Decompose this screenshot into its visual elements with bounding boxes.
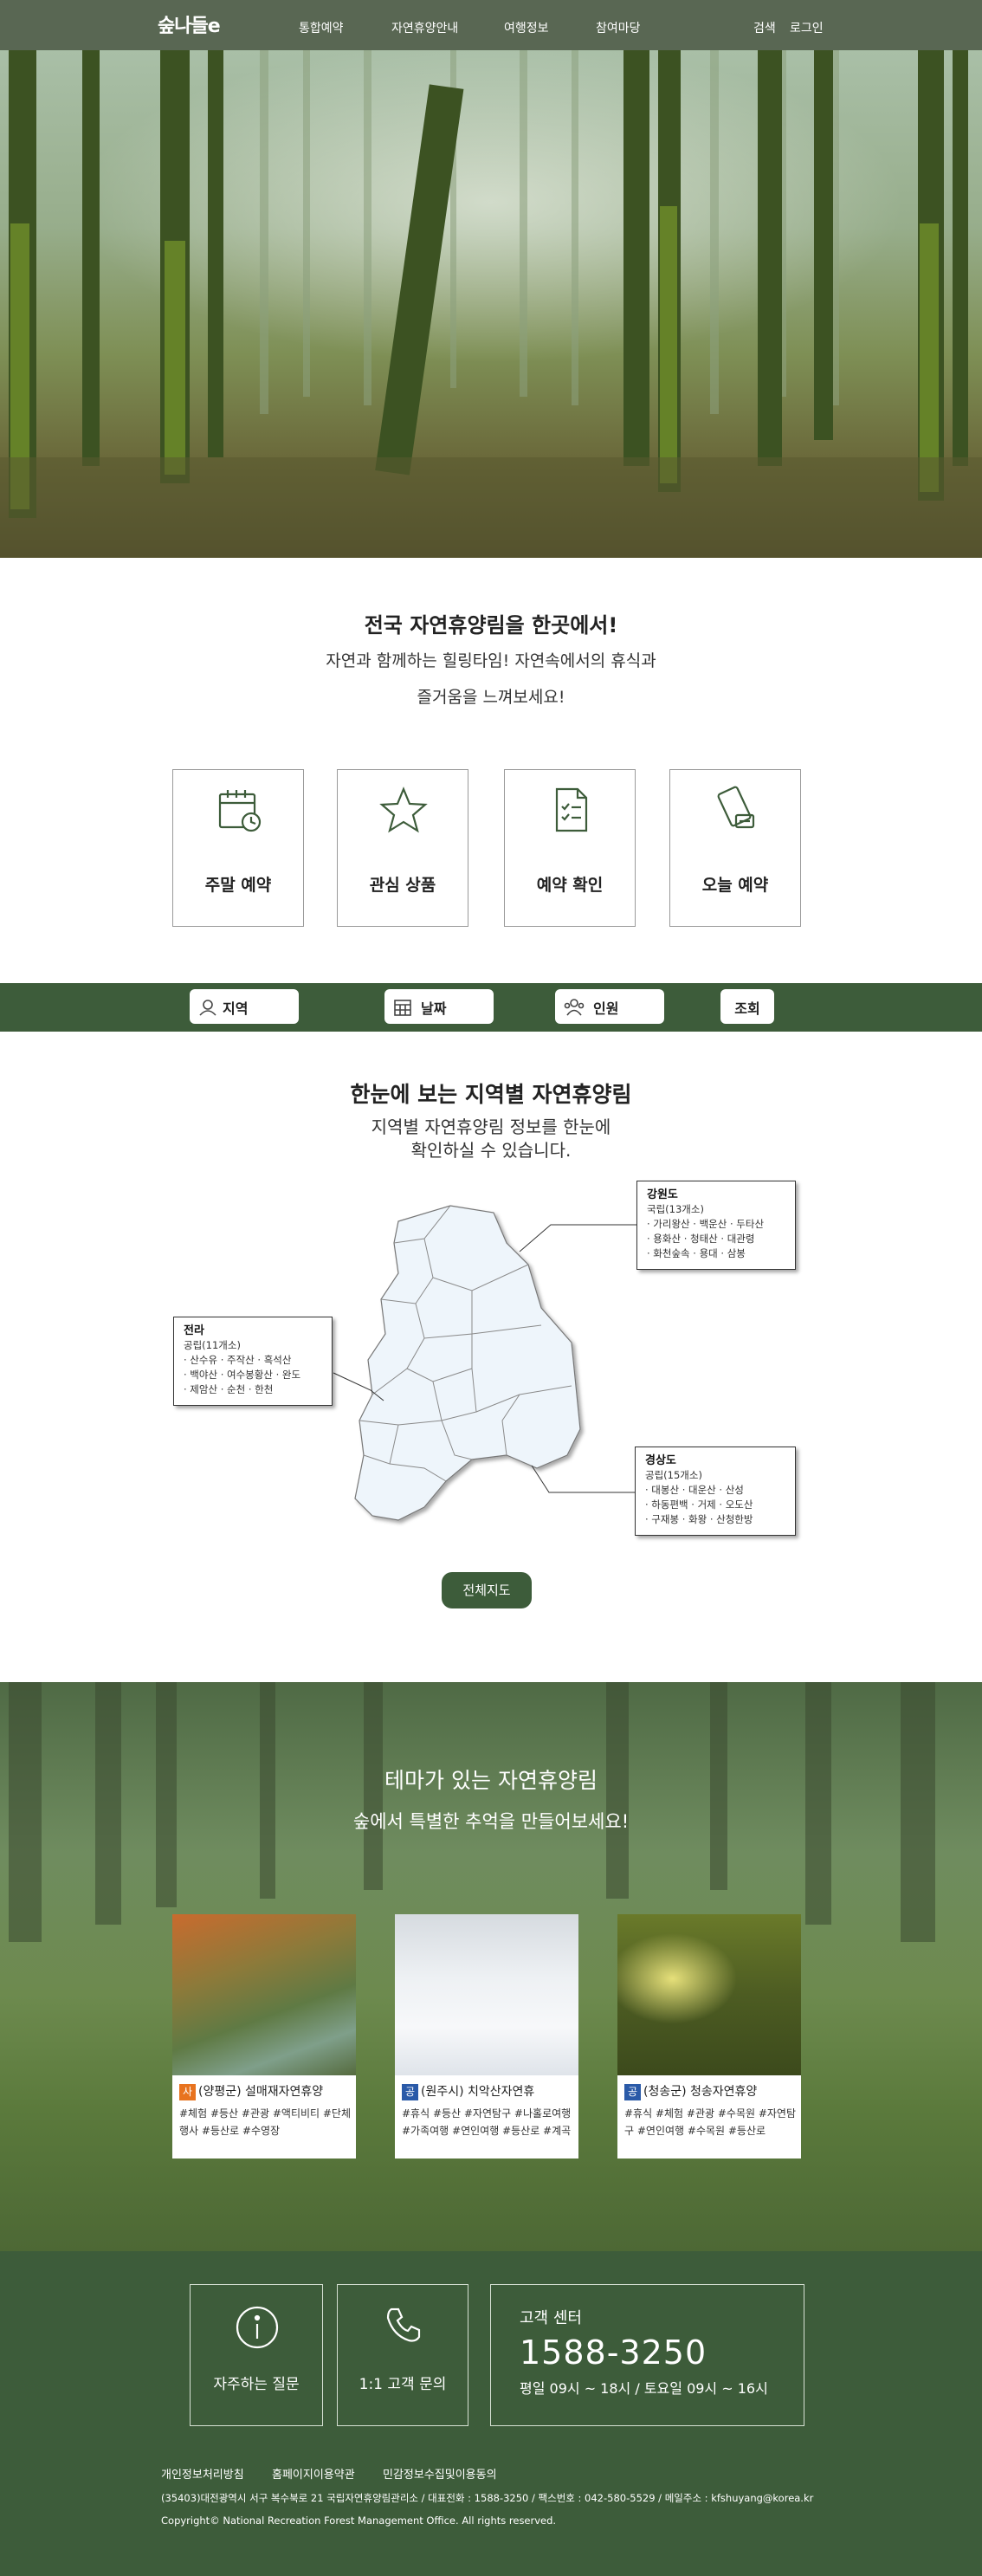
inquiry-label: 1:1 고객 문의	[359, 2376, 447, 2393]
search-link[interactable]: 검색	[753, 19, 776, 36]
intro-subtitle-line1: 자연과 함께하는 힐링타임! 자연속에서의 휴식과	[326, 651, 656, 670]
quick-weekend-reservation[interactable]: 주말 예약	[172, 769, 304, 927]
footer-copyright: Copyright© National Recreation Forest Ma…	[161, 2515, 557, 2527]
region-forest-list: · 제암산 · 순천 · 한천	[184, 1383, 274, 1395]
faq-label: 자주하는 질문	[213, 2376, 300, 2393]
calendar-icon	[218, 790, 262, 832]
faq-button[interactable]: 자주하는 질문	[190, 2284, 323, 2426]
ownership-badge: 공	[402, 2083, 418, 2100]
customer-center-hours: 평일 09시 ~ 18시 / 토요일 09시 ~ 16시	[520, 2380, 768, 2397]
map-section-title: 한눈에 보는 지역별 자연휴양림	[350, 1082, 632, 1107]
ownership-badge: 사	[179, 2083, 196, 2100]
logo-text: 숲나들e	[158, 16, 221, 37]
quick-today-reservation[interactable]: 오늘 예약	[669, 769, 801, 927]
login-link[interactable]: 로그인	[790, 19, 824, 36]
site-header: 숲나들e 통합예약 자연휴양안내 여행정보 참여마당 검색 로그인	[0, 0, 982, 50]
group-icon	[564, 999, 585, 1016]
region-name: 강원도	[647, 1188, 678, 1201]
region-forest-list: · 대봉산 · 대운산 · 산성	[645, 1484, 744, 1496]
date-select-label: 날짜	[421, 1000, 447, 1017]
theme-card-image	[617, 1914, 801, 2075]
region-name: 경상도	[645, 1454, 676, 1467]
phone-tag-icon	[717, 786, 755, 829]
quick-menu-label: 주말 예약	[204, 876, 272, 895]
person-pin-icon	[199, 1000, 216, 1016]
map-section-subtitle-line2: 확인하실 수 있습니다.	[410, 1140, 572, 1161]
region-info-gangwon[interactable]: 강원도 국립(13개소) · 가리왕산 · 백운산 · 두타산 · 용화산 · …	[636, 1181, 796, 1270]
map-section-subtitle-line1: 지역별 자연휴양림 정보를 한눈에	[371, 1116, 611, 1137]
region-count: 공립(11개소)	[184, 1339, 241, 1351]
star-icon	[379, 786, 428, 833]
theme-card-cheongsong[interactable]: 공 (청송군) 청송자연휴양 #휴식 #체험 #관광 #수목원 #자연탐구 #연인…	[617, 1914, 801, 2159]
region-forest-list: · 가리왕산 · 백운산 · 두타산	[647, 1218, 765, 1230]
site-logo[interactable]: 숲나들e	[158, 10, 221, 40]
theme-card-image	[395, 1914, 578, 2075]
customer-center-phone[interactable]: 1588-3250	[520, 2333, 707, 2372]
intro-title: 전국 자연휴양림을 한곳에서!	[364, 613, 618, 638]
quick-favorite-products[interactable]: 관심 상품	[337, 769, 468, 927]
theme-card-name: (원주시) 치악산자연휴	[421, 2085, 535, 2099]
theme-card-seolmaejae[interactable]: 사 (양평군) 설매재자연휴양 #체험 #등산 #관광 #액티비티 #단체행사 #…	[172, 1914, 356, 2159]
quick-menu-label: 관심 상품	[369, 876, 436, 895]
hero-forest-image	[0, 50, 982, 558]
region-select-label: 지역	[223, 1000, 249, 1017]
quick-menu-label: 오늘 예약	[701, 876, 769, 895]
full-map-button[interactable]: 전체지도	[442, 1572, 532, 1608]
region-forest-list: · 구재봉 · 화왕 · 산청한방	[645, 1513, 753, 1525]
theme-card-name: (양평군) 설매재자연휴양	[198, 2085, 324, 2099]
nav-community[interactable]: 참여마당	[596, 19, 641, 36]
theme-card-chiaksan[interactable]: 공 (원주시) 치악산자연휴 #휴식 #등산 #자연탐구 #나홀로여행 #가족여행…	[395, 1914, 578, 2159]
quick-menu-label: 예약 확인	[536, 876, 604, 895]
region-forest-list: · 산수유 · 주작산 · 흑석산	[184, 1354, 292, 1366]
phone-icon	[386, 2307, 421, 2342]
nav-forest-guide[interactable]: 자연휴양안내	[391, 19, 458, 36]
theme-card-tags: #휴식 #등산 #자연탐구 #나홀로여행 #가족여행 #연인여행 #등산로 #계…	[402, 2107, 572, 2137]
region-forest-list: · 용화산 · 청태산 · 대관령	[647, 1233, 755, 1245]
theme-card-tags: #휴식 #체험 #관광 #수목원 #자연탐구 #연인여행 #수목원 #등산로	[624, 2107, 797, 2137]
sensitive-info-consent-link[interactable]: 민감정보수집및이용동의	[383, 2465, 497, 2482]
region-forest-list: · 화천숲속 · 용대 · 삼봉	[647, 1247, 746, 1259]
map-leader-lines	[333, 1224, 637, 1493]
quick-reservation-check[interactable]: 예약 확인	[504, 769, 636, 927]
region-count: 공립(15개소)	[645, 1469, 702, 1481]
region-info-gyeongsang[interactable]: 경상도 공립(15개소) · 대봉산 · 대운산 · 산성 · 하동편백 · 거…	[635, 1447, 796, 1536]
people-select[interactable]: 인원	[555, 989, 664, 1024]
region-info-jeolla[interactable]: 전라 공립(11개소) · 산수유 · 주작산 · 흑석산 · 백야산 · 여수…	[173, 1317, 333, 1406]
region-forest-list: · 백야산 · 여수봉황산 · 완도	[184, 1369, 301, 1381]
customer-center-title: 고객 센터	[520, 2309, 582, 2327]
document-icon	[555, 787, 588, 832]
theme-section-title: 테마가 있는 자연휴양림	[384, 1768, 598, 1793]
date-select[interactable]: 날짜	[384, 989, 494, 1024]
footer-address: (35403)대전광역시 서구 복수북로 21 국립자연휴양림관리소 / 대표전…	[161, 2492, 814, 2504]
search-submit-button[interactable]: 조회	[720, 989, 774, 1024]
people-select-label: 인원	[593, 1000, 619, 1017]
nav-travel-info[interactable]: 여행정보	[504, 19, 549, 36]
theme-card-name: (청송군) 청송자연휴양	[643, 2085, 758, 2099]
region-count: 국립(13개소)	[647, 1203, 704, 1215]
calendar-grid-icon	[394, 1000, 411, 1016]
search-submit-label: 조회	[734, 1000, 760, 1017]
region-select[interactable]: 지역	[190, 989, 299, 1024]
nav-integrated-reservation[interactable]: 통합예약	[299, 19, 344, 36]
theme-section-subtitle: 숲에서 특별한 추억을 만들어보세요!	[352, 1811, 630, 1832]
theme-card-tags: #체험 #등산 #관광 #액티비티 #단체행사 #등산로 #수영장	[179, 2107, 352, 2137]
ownership-badge: 공	[624, 2083, 641, 2100]
privacy-policy-link[interactable]: 개인정보처리방침	[161, 2465, 244, 2482]
info-icon	[236, 2306, 279, 2349]
inquiry-button[interactable]: 1:1 고객 문의	[337, 2284, 468, 2426]
region-forest-list: · 하동편백 · 거제 · 오도산	[645, 1498, 753, 1511]
theme-card-image	[172, 1914, 356, 2075]
terms-of-use-link[interactable]: 홈페이지이용약관	[272, 2465, 355, 2482]
region-name: 전라	[184, 1324, 204, 1337]
intro-subtitle-line2: 즐거움을 느껴보세요!	[417, 688, 565, 707]
